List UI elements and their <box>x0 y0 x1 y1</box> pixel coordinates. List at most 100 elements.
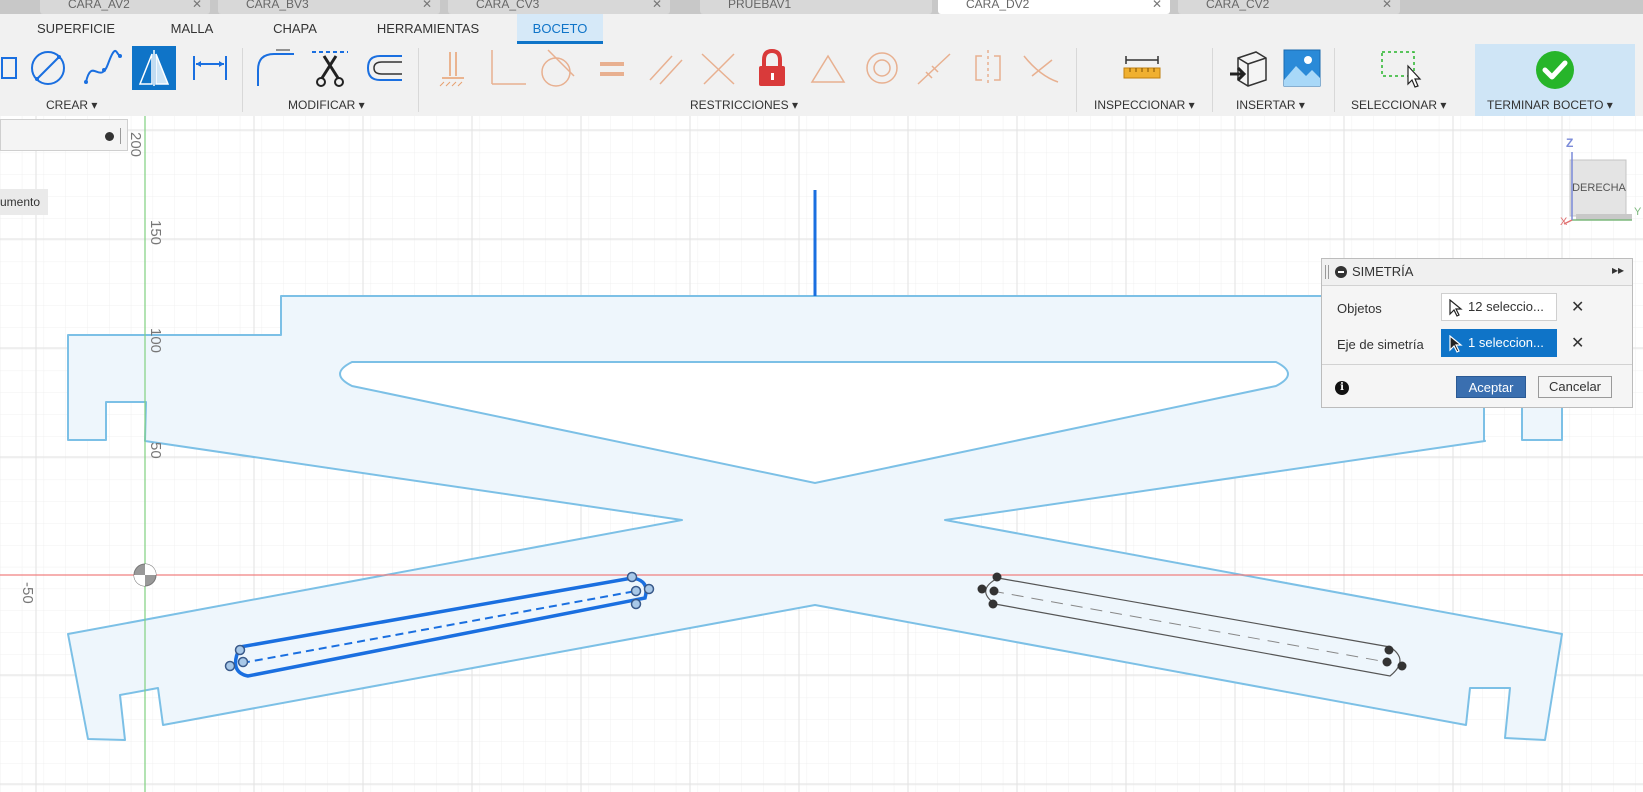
group-seleccionar[interactable]: SELECCIONAR ▾ <box>1351 98 1446 112</box>
symmetry-dialog: SIMETRÍA ▸▸ Objetos 12 seleccio... ✕ Eje… <box>1321 258 1633 408</box>
document-tab-strip: CARA_AV2 ✕ CARA_BV3 ✕ CARA_CV3 ✕ PRUEBAV1 C… <box>0 0 1643 14</box>
dialog-title: SIMETRÍA <box>1352 264 1414 279</box>
drag-grip-icon[interactable] <box>1325 265 1329 279</box>
document-tab-active[interactable]: CARA_DV2 ✕ <box>938 0 1170 14</box>
axis-x-label: X <box>1560 216 1568 228</box>
ruler-label: 50 <box>147 442 164 459</box>
insert-image-icon[interactable] <box>1280 46 1324 90</box>
ruler-label: -50 <box>19 582 36 604</box>
close-icon[interactable]: ✕ <box>1152 0 1162 14</box>
tab-chapa[interactable]: CHAPA <box>258 14 332 44</box>
divider <box>1322 364 1632 365</box>
objects-selection-value: 12 seleccio... <box>1468 299 1544 314</box>
divider <box>242 48 243 112</box>
finish-sketch-area[interactable]: TERMINAR BOCETO ▾ <box>1475 44 1635 116</box>
comment-label[interactable]: umento <box>0 189 48 215</box>
offset-tool-icon[interactable] <box>362 46 406 90</box>
document-tab-label: CARA_AV2 <box>68 0 130 11</box>
window-select-icon[interactable] <box>1378 46 1422 90</box>
document-tab[interactable]: CARA_CV3 ✕ <box>448 0 670 14</box>
axis-z-label: Z <box>1566 136 1574 150</box>
close-icon[interactable]: ✕ <box>652 0 662 14</box>
insert-derive-icon[interactable] <box>1226 46 1270 90</box>
tangent-constraint-icon[interactable] <box>536 46 580 90</box>
document-tab[interactable]: PRUEBAV1 <box>700 0 932 14</box>
close-icon[interactable]: ✕ <box>1382 0 1392 14</box>
clear-axis-icon[interactable]: ✕ <box>1571 333 1584 353</box>
cursor-arrow-icon <box>1449 335 1463 353</box>
equal-constraint-icon[interactable] <box>590 46 634 90</box>
panel-grip-icon[interactable] <box>120 128 121 144</box>
finish-sketch-button[interactable]: TERMINAR BOCETO ▾ <box>1487 98 1613 112</box>
circle-tool-icon[interactable] <box>26 46 70 90</box>
document-tab[interactable]: CARA_CV2 ✕ <box>1178 0 1400 14</box>
document-tab-label: CARA_CV2 <box>1206 0 1270 11</box>
mirror-tool-icon[interactable] <box>132 46 176 90</box>
view-cube[interactable]: DERECHA Z X Y <box>1550 136 1643 230</box>
tab-boceto[interactable]: BOCETO <box>517 14 603 44</box>
view-cube-face-label[interactable]: DERECHA <box>1572 182 1626 194</box>
document-tab[interactable]: CARA_BV3 ✕ <box>218 0 440 14</box>
expand-icon[interactable]: ▸▸ <box>1612 263 1624 277</box>
fix-constraint-icon[interactable] <box>430 46 474 90</box>
document-tab-label: CARA_CV3 <box>476 0 540 11</box>
toolbar-tab-row: SUPERFICIE MALLA CHAPA HERRAMIENTAS BOCE… <box>0 14 1643 44</box>
concentric-constraint-icon[interactable] <box>860 46 904 90</box>
sketch-geometry[interactable] <box>0 116 1643 792</box>
curvature-constraint-icon[interactable] <box>1018 46 1062 90</box>
axis-selection-value: 1 seleccion... <box>1468 335 1544 350</box>
trim-scissors-icon[interactable] <box>308 46 352 90</box>
document-tab-label: CARA_BV3 <box>246 0 309 11</box>
document-tab-label: PRUEBAV1 <box>728 0 792 11</box>
dimension-tool-icon[interactable] <box>188 46 232 90</box>
close-icon[interactable]: ✕ <box>422 0 432 14</box>
group-insertar[interactable]: INSERTAR ▾ <box>1236 98 1305 112</box>
info-icon[interactable]: i <box>1335 381 1349 395</box>
tab-herramientas[interactable]: HERRAMIENTAS <box>364 14 492 44</box>
spline-tool-icon[interactable] <box>80 46 124 90</box>
toolbar: CREAR ▾ MODIFICAR ▾ RESTRICCIONES ▾ INSP… <box>0 44 1643 117</box>
document-tab[interactable]: CARA_AV2 ✕ <box>40 0 210 14</box>
axis-label: Eje de simetría <box>1337 337 1424 352</box>
ruler-label: 150 <box>147 220 164 246</box>
triangle-constraint-icon[interactable] <box>806 46 850 90</box>
collapse-icon[interactable] <box>105 132 114 141</box>
parallel-constraint-icon[interactable] <box>644 46 688 90</box>
tab-superficie[interactable]: SUPERFICIE <box>28 14 124 44</box>
group-restricciones[interactable]: RESTRICCIONES ▾ <box>690 98 798 112</box>
tab-malla[interactable]: MALLA <box>156 14 228 44</box>
objects-label: Objetos <box>1337 301 1382 316</box>
rectangle-tool-icon[interactable] <box>0 46 17 90</box>
lock-icon[interactable] <box>750 46 794 90</box>
group-crear[interactable]: CREAR ▾ <box>46 98 97 112</box>
divider <box>1334 48 1335 112</box>
cursor-arrow-icon <box>1449 299 1463 317</box>
coincident-constraint-icon[interactable] <box>696 46 740 90</box>
browser-panel[interactable] <box>0 119 128 151</box>
sketch-canvas[interactable]: 200 150 100 50 -50 <box>0 116 1643 792</box>
perpendicular-constraint-icon[interactable] <box>484 46 528 90</box>
axis-y-label: Y <box>1634 206 1642 218</box>
divider <box>1212 48 1213 112</box>
window-controls <box>1400 0 1643 14</box>
midpoint-constraint-icon[interactable] <box>912 46 956 90</box>
group-inspeccionar[interactable]: INSPECCIONAR ▾ <box>1094 98 1195 112</box>
finish-sketch-check-icon <box>1536 51 1574 89</box>
accept-button[interactable]: Aceptar <box>1456 376 1526 398</box>
clear-objects-icon[interactable]: ✕ <box>1571 297 1584 317</box>
fillet-tool-icon[interactable] <box>254 46 298 90</box>
divider <box>418 48 419 112</box>
close-icon[interactable]: ✕ <box>192 0 202 14</box>
group-modificar[interactable]: MODIFICAR ▾ <box>288 98 365 112</box>
objects-selection-field[interactable]: 12 seleccio... <box>1441 293 1557 321</box>
symmetry-constraint-icon[interactable] <box>966 46 1010 90</box>
origin-icon <box>133 563 157 587</box>
measure-ruler-icon[interactable] <box>1120 46 1164 90</box>
collapse-icon[interactable] <box>1335 266 1347 278</box>
divider <box>1076 48 1077 112</box>
dialog-header[interactable]: SIMETRÍA ▸▸ <box>1322 259 1632 286</box>
ruler-label: 100 <box>147 328 164 354</box>
document-tab-label: CARA_DV2 <box>966 0 1030 11</box>
cancel-button[interactable]: Cancelar <box>1538 376 1612 398</box>
axis-selection-field[interactable]: 1 seleccion... <box>1441 329 1557 357</box>
